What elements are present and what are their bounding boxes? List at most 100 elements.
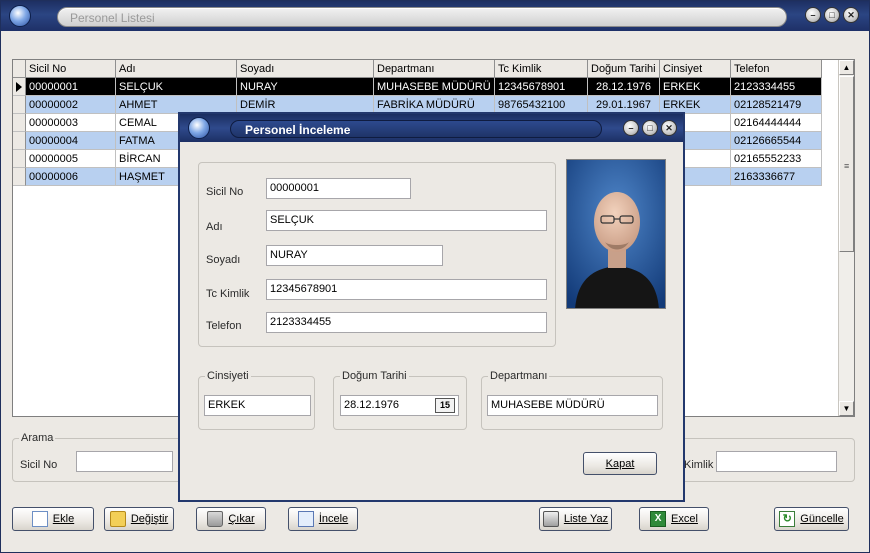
personnel-detail-dialog: Personel İnceleme – □ ✕ Sicil No 0000000… [178,112,685,502]
soyadi-label: Soyadı [206,254,241,266]
inspect-icon [297,511,314,527]
grid-vertical-scrollbar[interactable]: ▲ ≡ ▼ [838,60,854,416]
dogum-legend: Doğum Tarihi [340,370,409,382]
excel-icon: X [650,511,667,527]
globe-icon[interactable] [9,5,31,27]
minimize-icon[interactable]: – [623,120,639,136]
table-cell[interactable]: 00000004 [26,132,116,150]
table-cell[interactable]: 2163336677 [731,168,822,186]
column-header[interactable]: Sicil No [26,60,116,78]
table-cell[interactable]: NURAY [237,78,374,96]
row-indicator [13,114,26,132]
excel-label: Excel [671,513,698,525]
table-cell[interactable]: 00000006 [26,168,116,186]
telefon-field[interactable]: 2123334455 [266,312,547,333]
employee-photo [566,159,666,309]
table-cell[interactable]: 02164444444 [731,114,822,132]
column-header[interactable]: Soyadı [237,60,374,78]
dialog-title: Personel İnceleme [245,123,351,137]
scroll-thumb[interactable]: ≡ [839,76,854,252]
telefon-label: Telefon [206,320,242,332]
cinsiyet-legend: Cinsiyeti [205,370,251,382]
adi-field[interactable]: SELÇUK [266,210,547,231]
close-icon[interactable]: ✕ [661,120,677,136]
header-indicator [13,60,26,78]
incele-button[interactable]: İncele [288,507,358,531]
cikar-button[interactable]: Çıkar [196,507,266,531]
cinsiyet-field[interactable]: ERKEK [204,395,311,416]
table-cell[interactable]: 02165552233 [731,150,822,168]
dogum-value: 28.12.1976 [344,399,400,411]
table-cell[interactable]: 02126665544 [731,132,822,150]
degistir-label: Değiştir [130,513,169,525]
printer-icon [542,511,559,527]
main-titlebar[interactable]: Personel Listesi – □ ✕ [1,1,869,31]
row-indicator [13,132,26,150]
column-header[interactable]: Tc Kimlik [495,60,588,78]
refresh-icon: ↻ [779,511,796,527]
title-pill: Personel Listesi [57,7,787,27]
globe-icon[interactable] [188,117,210,139]
window-title: Personel Listesi [70,11,155,25]
scroll-down-icon[interactable]: ▼ [839,401,854,416]
table-cell[interactable]: 12345678901 [495,78,588,96]
departman-legend: Departmanı [488,370,550,382]
table-cell[interactable]: SELÇUK [116,78,237,96]
dialog-titlebar[interactable]: Personel İnceleme – □ ✕ [180,114,683,142]
table-cell[interactable]: 02128521479 [731,96,822,114]
tc-label: Tc Kimlik [206,288,250,300]
maximize-icon[interactable]: □ [824,7,840,23]
sicil-search-input[interactable] [76,451,173,472]
ekle-label: Ekle [52,513,75,525]
maximize-icon[interactable]: □ [642,120,658,136]
row-indicator [13,168,26,186]
table-cell[interactable]: 00000003 [26,114,116,132]
kapat-button[interactable]: Kapat [583,452,657,475]
table-cell[interactable]: ERKEK [660,78,731,96]
sicil-search-label: Sicil No [20,459,58,471]
column-header[interactable]: Telefon [731,60,822,78]
portrait-image-icon [567,160,665,308]
table-row[interactable]: 00000001 SELÇUK NURAY MUHASEBE MÜDÜRÜ 12… [13,78,822,96]
kimlik-search-input[interactable] [716,451,837,472]
excel-button[interactable]: X Excel [639,507,709,531]
row-indicator [13,78,26,96]
departman-field[interactable]: MUHASEBE MÜDÜRÜ [487,395,658,416]
sicil-field[interactable]: 00000001 [266,178,411,199]
column-header[interactable]: Doğum Tarihi [588,60,660,78]
adi-label: Adı [206,221,223,233]
table-cell[interactable]: 00000005 [26,150,116,168]
minimize-icon[interactable]: – [805,7,821,23]
row-indicator [13,150,26,168]
ekle-button[interactable]: Ekle [12,507,94,531]
column-header[interactable]: Cinsiyet [660,60,731,78]
scroll-up-icon[interactable]: ▲ [839,60,854,75]
liste-yaz-label: Liste Yaz [563,513,609,525]
trash-icon [207,511,224,527]
close-icon[interactable]: ✕ [843,7,859,23]
table-cell[interactable]: 00000002 [26,96,116,114]
current-row-arrow-icon [16,82,22,92]
liste-yaz-button[interactable]: Liste Yaz [539,507,612,531]
table-cell[interactable]: 28.12.1976 [588,78,660,96]
degistir-button[interactable]: Değiştir [104,507,174,531]
grip-icon: ≡ [844,161,850,171]
dialog-title-pill: Personel İnceleme [230,120,602,138]
incele-label: İncele [318,513,349,525]
table-cell[interactable]: 2123334455 [731,78,822,96]
sicil-label: Sicil No [206,186,244,198]
column-header[interactable]: Departmanı [374,60,495,78]
new-document-icon [31,511,48,527]
table-cell[interactable]: 00000001 [26,78,116,96]
guncelle-button[interactable]: ↻ Güncelle [774,507,849,531]
column-header[interactable]: Adı [116,60,237,78]
grid-header: Sicil No Adı Soyadı Departmanı Tc Kimlik… [13,60,822,78]
calendar-icon[interactable]: 15 [435,398,455,413]
guncelle-label: Güncelle [800,513,844,525]
folder-open-icon [109,511,126,527]
table-cell[interactable]: MUHASEBE MÜDÜRÜ [374,78,495,96]
soyadi-field[interactable]: NURAY [266,245,443,266]
tc-field[interactable]: 12345678901 [266,279,547,300]
dialog-window-controls: – □ ✕ [623,120,677,136]
dogum-field[interactable]: 28.12.1976 15 [340,395,459,416]
